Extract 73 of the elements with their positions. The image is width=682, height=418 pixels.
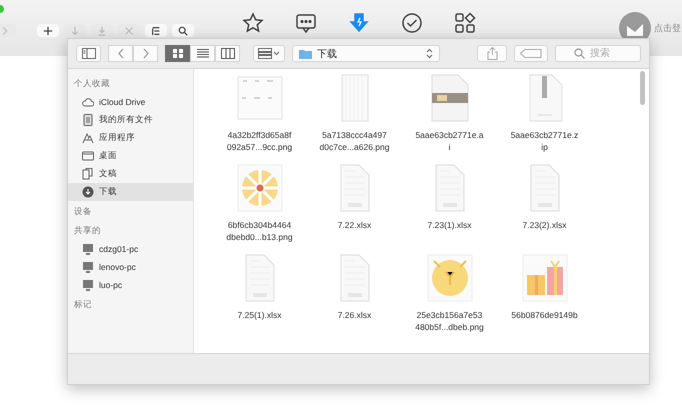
file-name[interactable]: 5aae63cb2771e.z ip (510, 129, 578, 159)
search-field[interactable]: 搜索 (555, 45, 641, 62)
check-icon[interactable] (401, 12, 423, 34)
sidebar-heading: 设备 (73, 205, 93, 218)
arrange-button[interactable] (253, 45, 285, 62)
share-button[interactable] (477, 45, 507, 62)
list-icon (196, 48, 210, 59)
files-icon (82, 114, 94, 126)
computer-icon (82, 279, 94, 291)
cloud-icon (82, 96, 94, 108)
updown-chevron-icon (426, 48, 433, 59)
sidebar-item[interactable]: lenovo-pc (68, 258, 193, 276)
chevron-left-icon (116, 48, 124, 59)
file-name[interactable]: 7.25(1).xlsx (238, 309, 282, 339)
file-name[interactable]: 56b0876de9149b (511, 309, 578, 339)
folder-icon (299, 48, 312, 58)
down-arrow-icon (70, 26, 80, 36)
download-icon (97, 26, 107, 36)
chevron-right-icon (142, 48, 150, 59)
file-name[interactable]: 7.26.xlsx (338, 309, 372, 339)
computer-icon (82, 261, 94, 273)
sidebar-item[interactable]: 桌面 (68, 147, 193, 165)
file-name[interactable]: 5a7138ccc4a497 d0c7ce...a626.png (320, 129, 390, 159)
chat-icon[interactable] (295, 12, 317, 34)
plus-icon (43, 26, 53, 36)
grid-icon (170, 48, 184, 59)
sidebar-item[interactable]: luo-pc (68, 276, 193, 294)
icon-view-button[interactable] (165, 45, 190, 62)
download-icon[interactable] (348, 12, 370, 34)
sidebar-heading: 个人收藏 (73, 77, 111, 90)
sidebar-item[interactable]: 我的所有文件 (68, 111, 193, 129)
search-icon (574, 48, 585, 59)
file-name[interactable]: 4a32b2ff3d65a8f 092a57...9cc.png (226, 129, 292, 159)
file-name[interactable]: 7.23(2).xlsx (522, 219, 566, 249)
sidebar-item[interactable]: iCloud Drive (68, 93, 193, 111)
star-icon[interactable] (242, 12, 264, 34)
file-name[interactable]: 6bf6cb304b4464 dbebd0...b13.png (226, 219, 293, 249)
file-name[interactable]: 7.23(1).xlsx (428, 219, 472, 249)
sidebar-item[interactable]: 下载 (68, 183, 193, 201)
avatar-icon[interactable] (619, 12, 651, 38)
file-name[interactable]: 5aae63cb2771e.a i (415, 129, 484, 159)
sidebar-icon (82, 48, 96, 59)
add-button[interactable] (37, 24, 59, 37)
desktop-icon (82, 150, 94, 162)
arrange-icon (258, 48, 280, 59)
share-icon (486, 47, 498, 60)
search-button[interactable] (172, 24, 194, 37)
sidebar-item[interactable]: 文稿 (68, 165, 193, 183)
back-button[interactable] (108, 45, 133, 62)
download-icon (82, 186, 94, 198)
file-name[interactable]: 7.22.xlsx (338, 219, 372, 249)
list-button[interactable] (145, 24, 167, 37)
computer-icon (82, 243, 94, 255)
sidebar-item[interactable]: 应用程序 (68, 129, 193, 147)
file-name[interactable]: 25e3cb156a7e53 480b5f...dbeb.png (415, 309, 484, 339)
close-icon (124, 26, 134, 36)
columns-icon (220, 48, 234, 59)
sidebar-toggle-button[interactable] (76, 45, 101, 62)
list-icon (151, 26, 161, 36)
sidebar-heading: 共享的 (73, 224, 102, 237)
chevron-right-icon (0, 26, 10, 36)
apps-icon[interactable] (454, 12, 476, 34)
path-dropdown[interactable]: 下载 (292, 45, 440, 62)
tag-icon (520, 49, 542, 58)
search-icon (178, 26, 188, 36)
tag-button[interactable] (514, 45, 548, 62)
sidebar-item[interactable]: cdzg01-pc (68, 240, 193, 258)
column-view-button[interactable] (215, 45, 240, 62)
documents-icon (82, 168, 94, 180)
sidebar-heading: 标记 (73, 298, 93, 311)
apps-icon (82, 132, 94, 144)
forward-button[interactable] (133, 45, 158, 62)
list-view-button[interactable] (190, 45, 215, 62)
